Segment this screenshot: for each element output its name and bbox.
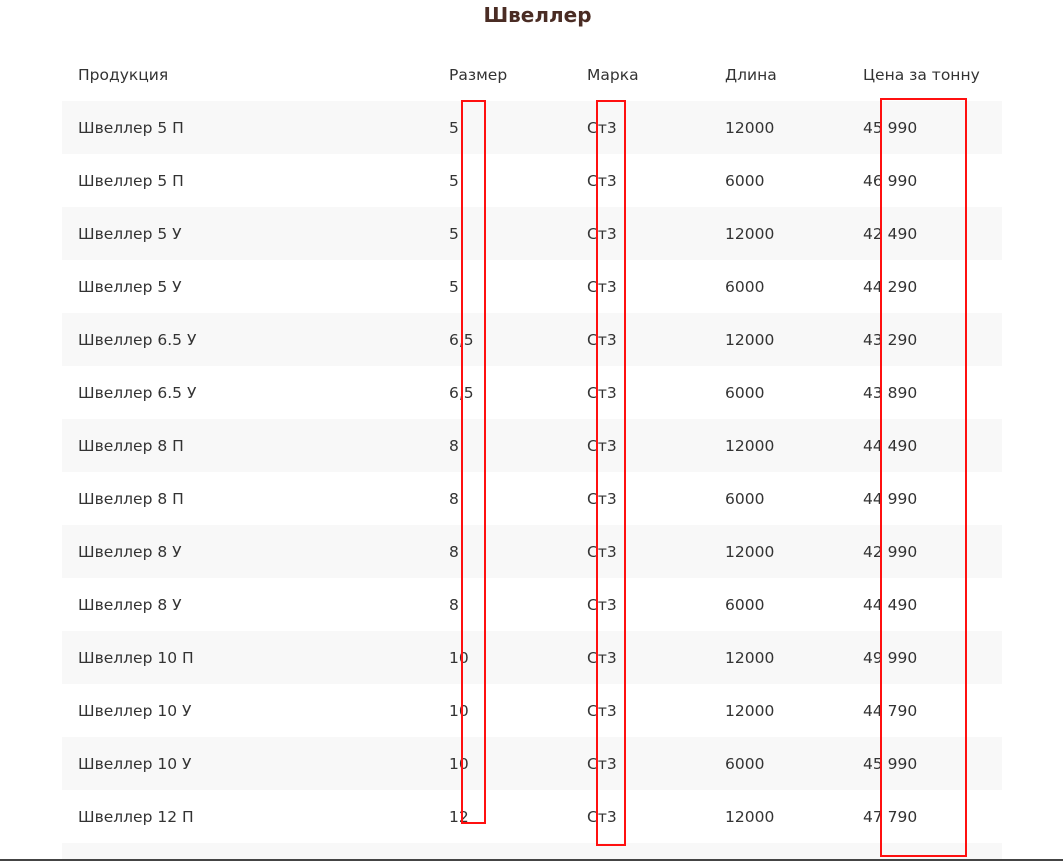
cell-price: 44 490 bbox=[863, 595, 918, 614]
cell-product: Швеллер 5 П bbox=[78, 171, 184, 190]
section-title: Швеллер bbox=[483, 3, 592, 27]
cell-length: 6000 bbox=[725, 171, 765, 190]
cell-grade: Ст3 bbox=[587, 171, 617, 190]
cell-size: 8 bbox=[449, 542, 459, 561]
cell-price: 45 990 bbox=[863, 754, 918, 773]
cell-grade: Ст3 bbox=[587, 436, 617, 455]
cell-size: 5 bbox=[449, 171, 459, 190]
cell-product: Швеллер 5 У bbox=[78, 224, 182, 243]
cell-price: 44 990 bbox=[863, 489, 918, 508]
cell-product: Швеллер 8 У bbox=[78, 542, 182, 561]
cell-price: 43 890 bbox=[863, 383, 918, 402]
cell-price: 44 490 bbox=[863, 436, 918, 455]
cell-grade: Ст3 bbox=[587, 754, 617, 773]
cell-size: 10 bbox=[449, 754, 469, 773]
cell-grade: Ст3 bbox=[587, 595, 617, 614]
cell-grade: Ст3 bbox=[587, 542, 617, 561]
column-header-length: Длина bbox=[725, 65, 777, 84]
cell-product: Швеллер 10 П bbox=[78, 648, 194, 667]
cell-length: 12000 bbox=[725, 701, 775, 720]
cell-length: 12000 bbox=[725, 648, 775, 667]
table-header-row: Продукция Размер Марка Длина Цена за тон… bbox=[62, 48, 1002, 101]
cell-price: 49 990 bbox=[863, 648, 918, 667]
cell-grade: Ст3 bbox=[587, 277, 617, 296]
cell-size: 8 bbox=[449, 595, 459, 614]
cell-product: Швеллер 12 П bbox=[78, 807, 194, 826]
cell-price: 42 990 bbox=[863, 542, 918, 561]
cell-price: 44 790 bbox=[863, 701, 918, 720]
cell-grade: Ст3 bbox=[587, 807, 617, 826]
table-row: Швеллер 6.5 У 6,5 Ст3 12000 43 290 bbox=[62, 313, 1002, 366]
cell-length: 12000 bbox=[725, 330, 775, 349]
table-row: Швеллер 12 П 12 Ст3 12000 47 790 bbox=[62, 790, 1002, 843]
cell-grade: Ст3 bbox=[587, 701, 617, 720]
cell-grade: Ст3 bbox=[587, 118, 617, 137]
cell-price: 45 990 bbox=[863, 118, 918, 137]
table-body: Швеллер 5 П 5 Ст3 12000 45 990 Швеллер 5 П 5 Ст… bbox=[62, 101, 1002, 861]
cell-grade: Ст3 bbox=[587, 489, 617, 508]
table-row: Швеллер 8 У 8 Ст3 12000 42 990 bbox=[62, 525, 1002, 578]
cell-product: Швеллер 5 У bbox=[78, 277, 182, 296]
cell-price: 46 990 bbox=[863, 171, 918, 190]
cell-length: 6000 bbox=[725, 595, 765, 614]
cell-product: Швеллер 8 У bbox=[78, 595, 182, 614]
table-row: Швеллер 10 У 10 Ст3 12000 44 790 bbox=[62, 684, 1002, 737]
cell-size: 6,5 bbox=[449, 383, 474, 402]
cell-length: 6000 bbox=[725, 277, 765, 296]
cell-price: 44 290 bbox=[863, 277, 918, 296]
cell-grade: Ст3 bbox=[587, 648, 617, 667]
cell-product: Швеллер 10 У bbox=[78, 754, 192, 773]
table-row: Швеллер 5 У 5 Ст3 12000 42 490 bbox=[62, 207, 1002, 260]
table-row: Швеллер 8 П 8 Ст3 6000 44 990 bbox=[62, 472, 1002, 525]
cell-grade: Ст3 bbox=[587, 224, 617, 243]
cell-size: 5 bbox=[449, 224, 459, 243]
table-row: Швеллер 8 П 8 Ст3 12000 44 490 bbox=[62, 419, 1002, 472]
cell-length: 12000 bbox=[725, 807, 775, 826]
cell-size: 10 bbox=[449, 701, 469, 720]
cell-size: 5 bbox=[449, 277, 459, 296]
cell-product: Швеллер 10 У bbox=[78, 701, 192, 720]
cell-product: Швеллер 6.5 У bbox=[78, 330, 197, 349]
cell-product: Швеллер 8 П bbox=[78, 436, 184, 455]
cell-size: 10 bbox=[449, 648, 469, 667]
column-header-price: Цена за тонну bbox=[863, 65, 980, 84]
cell-length: 6000 bbox=[725, 489, 765, 508]
table-row: Швеллер 5 У 5 Ст3 6000 44 290 bbox=[62, 260, 1002, 313]
cell-price: 43 290 bbox=[863, 330, 918, 349]
column-header-product: Продукция bbox=[78, 65, 169, 84]
cell-price: 47 790 bbox=[863, 807, 918, 826]
cell-size: 8 bbox=[449, 489, 459, 508]
cell-length: 12000 bbox=[725, 118, 775, 137]
cell-length: 12000 bbox=[725, 224, 775, 243]
product-table: Продукция Размер Марка Длина Цена за тон… bbox=[62, 48, 1002, 861]
cell-length: 6000 bbox=[725, 754, 765, 773]
cell-length: 12000 bbox=[725, 436, 775, 455]
cell-size: 8 bbox=[449, 436, 459, 455]
cell-product: Швеллер 8 П bbox=[78, 489, 184, 508]
table-row: Швеллер 10 П 10 Ст3 12000 49 990 bbox=[62, 631, 1002, 684]
table-row: Швеллер 5 П 5 Ст3 12000 45 990 bbox=[62, 101, 1002, 154]
cell-grade: Ст3 bbox=[587, 330, 617, 349]
table-row: Швеллер 8 У 8 Ст3 6000 44 490 bbox=[62, 578, 1002, 631]
column-header-grade: Марка bbox=[587, 65, 639, 84]
cell-size: 12 bbox=[449, 807, 469, 826]
cell-grade: Ст3 bbox=[587, 383, 617, 402]
column-header-size: Размер bbox=[449, 65, 508, 84]
cell-length: 12000 bbox=[725, 542, 775, 561]
cell-length: 6000 bbox=[725, 383, 765, 402]
table-row: Швеллер 5 П 5 Ст3 6000 46 990 bbox=[62, 154, 1002, 207]
cell-size: 6,5 bbox=[449, 330, 474, 349]
table-row: Швеллер 10 У 10 Ст3 6000 45 990 bbox=[62, 737, 1002, 790]
cell-size: 5 bbox=[449, 118, 459, 137]
cell-product: Швеллер 5 П bbox=[78, 118, 184, 137]
cell-product: Швеллер 6.5 У bbox=[78, 383, 197, 402]
table-row: Швеллер 6.5 У 6,5 Ст3 6000 43 890 bbox=[62, 366, 1002, 419]
cell-price: 42 490 bbox=[863, 224, 918, 243]
page: Швеллер Продукция Размер Марка Длина Цен… bbox=[0, 0, 1063, 861]
